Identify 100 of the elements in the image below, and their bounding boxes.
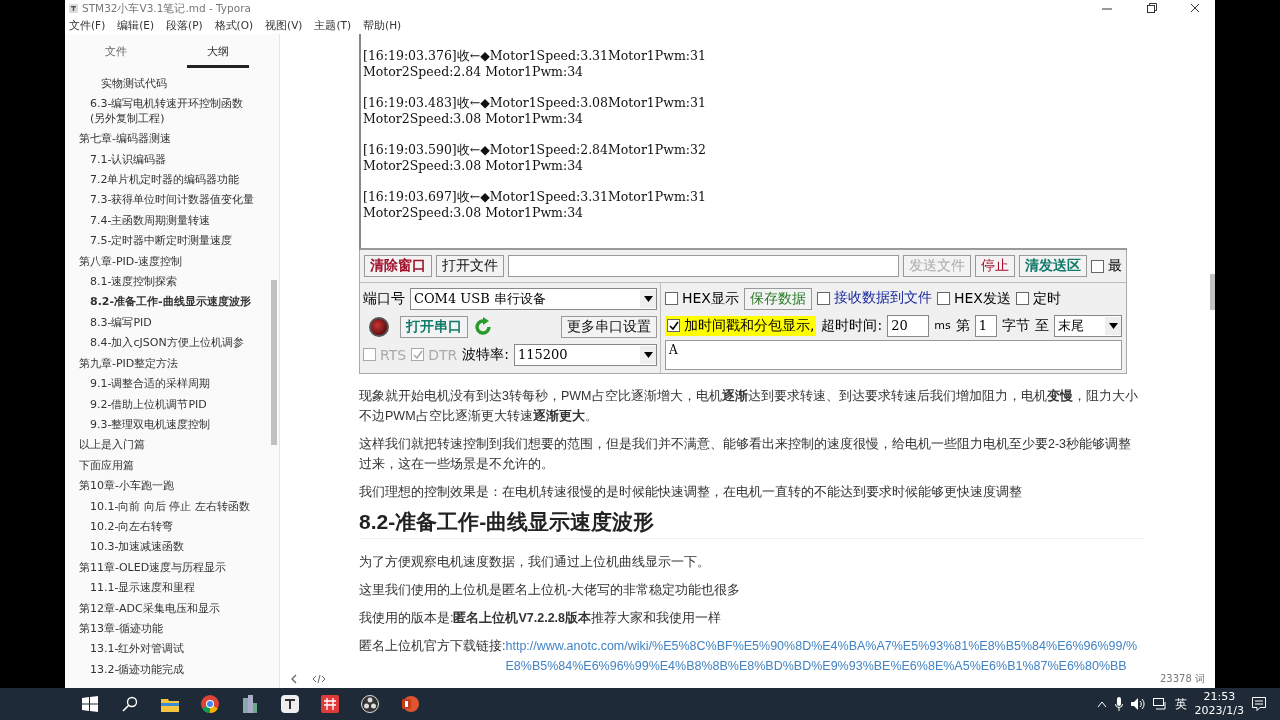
checkbox[interactable]: 加时间戳和分包显示, [667,316,815,335]
caret-icon [1108,322,1118,329]
outline-item[interactable]: 8.3-编写PID [65,312,263,334]
file-path-field[interactable] [508,255,899,277]
to-label: 至 [1034,316,1049,335]
outline-item[interactable]: 下面应用篇 [65,455,252,477]
menu-item[interactable]: 文件(F) [69,18,106,33]
outline-item[interactable]: 8.4-加入cJSON方便上位机调参 [65,333,263,354]
checkbox[interactable]: HEX显示 [665,289,739,308]
outline-item[interactable]: 7.4-主函数周期测量转速 [65,210,263,232]
caret-icon [643,351,653,358]
outline-item[interactable]: 10.2-向左右转弯 [65,516,263,538]
save-data-button[interactable]: 保存数据 [743,287,812,310]
more-settings-button[interactable]: 更多串口设置 [561,315,657,338]
open-file-button[interactable]: 打开文件 [436,255,504,277]
clear-window-button[interactable]: 清除窗口 [364,255,432,277]
outline-item[interactable]: 8.1-速度控制探索 [65,272,263,293]
outline-item[interactable]: 9.1-调整合适的采样周期 [65,374,263,395]
outline-item[interactable]: 7.3-获得单位时间计数器值变化量 [65,190,263,211]
send-text-field[interactable]: A [665,340,1122,370]
outline-item[interactable]: 7.1-认识编码器 [65,149,263,171]
check-icon [412,349,423,360]
scrollbar-thumb[interactable] [271,280,277,445]
input-method[interactable]: 英 [1174,696,1187,712]
sidebar-tab[interactable]: 大纲 [187,40,249,68]
timeout-field[interactable]: 20 [887,314,930,337]
checkbox[interactable]: 定时 [1015,289,1061,308]
outline-item[interactable]: 13.2-循迹功能完成 [65,659,263,681]
outline-item[interactable]: 10.1-向前 向后 停止 左右转函数 [65,496,263,517]
outline-item[interactable]: 13.1-红外对管调试 [65,639,263,660]
paragraph: 为了方便观察电机速度数据，我们通过上位机曲线显示一下。 [359,554,711,571]
log-line: Motor2Speed:2.84 Motor1Pwm:34 [363,64,585,80]
outline-item[interactable]: 9.3-整理双电机速度控制 [65,414,263,436]
outline-item[interactable]: 11.1-显示速度和里程 [65,578,263,599]
outline-item[interactable]: 第九章-PID整定方法 [65,353,252,375]
notification-icon[interactable] [1252,697,1266,711]
byte-index-field[interactable]: 1 [974,314,997,337]
outline-item[interactable]: 第11章-OLED速度与历程显示 [65,557,252,579]
outline-item[interactable]: 实物测试代码 [65,74,274,95]
baud-label: 波特率: [462,345,509,364]
section-heading: 8.2-准备工作-曲线显示速度波形 [359,512,1144,539]
network-icon[interactable] [1152,698,1167,710]
log-line: [16:19:03.697]收←◆Motor1Speed:3.31Motor1Pwm:31 [363,189,707,205]
chevron-up-icon[interactable] [1096,700,1107,708]
open-port-button[interactable]: 打开串口 [400,315,468,338]
menu-item[interactable]: 段落(P) [166,18,203,33]
menu-item[interactable]: 主题(T) [314,18,352,33]
port-label: 端口号 [363,289,405,308]
bytes-label: 字节 [1001,316,1030,335]
sidebar-tab[interactable]: 文件 [85,40,147,68]
outline-item[interactable]: 7.2单片机定时器的编码器功能 [65,170,263,191]
outline-item[interactable]: 第12章-ADC采集电压和显示 [65,598,252,619]
menu-item[interactable]: 视图(V) [265,18,303,33]
log-line: Motor2Speed:3.08 Motor1Pwm:34 [363,205,585,221]
caret-icon [643,295,653,302]
source-code-icon[interactable] [312,674,326,684]
clock-date[interactable]: 2023/1/3 [1194,704,1244,718]
microphone-icon[interactable] [1114,697,1123,711]
refresh-icon[interactable] [473,316,493,337]
outline-item[interactable]: 第10章-小车跑一跑 [65,476,252,497]
window-title: STM32小车V3.1笔记.md - Typora [82,1,251,16]
paragraph: 现象就开始电机没有到达3转每秒，PWM占空比逐渐增大，电机逐渐达到要求转速、到达要求转速后我们增加阻力，电机变慢，阻力大小不边PWM占空比逐渐更大转速逐渐更大。 [359,388,1139,425]
unit-label: ms [934,319,951,332]
checkbox[interactable]: 最 [1091,257,1122,275]
log-line: Motor2Speed:3.08 Motor1Pwm:34 [363,111,585,127]
paragraph: 这里我们使用的上位机是匿名上位机-大佬写的非常稳定功能也很多 [359,582,742,599]
outline-item[interactable]: 10.3-加速减速函数 [65,537,263,558]
app-icon [69,4,78,13]
outline-item[interactable]: 7.5-定时器中断定时测量速度 [65,231,263,252]
paragraph: 我使用的版本是:匿名上位机V7.2.2.8版本推荐大家和我使用一样 [359,610,723,627]
baud-dropdown[interactable]: 115200 [513,343,657,366]
outline-item[interactable]: 第七章-编码器测速 [65,129,252,150]
menu-item[interactable]: 格式(O) [214,18,254,33]
menu-item[interactable]: 帮助(H) [363,18,402,33]
download-link[interactable]: http://www.anotc.com/wiki/%E5%8C%BF%E5%90%8D%E4%BA%A7%E5%93%81%E8%B5%84%E6%96%99/%E8%B5%84%E6%96%99%E4%B8%8B%E8%BD%BD%E9%93%BE%E6%8E%A5%E6%B1%87%E6%80%BB [505,636,1144,676]
outline-item[interactable]: 6.3-编写电机转速开环控制函数(另外复制工程) [65,94,263,130]
speaker-icon[interactable] [1130,698,1145,710]
scrollbar-thumb[interactable] [1210,274,1215,310]
menu-item[interactable]: 编辑(E) [117,18,155,33]
checkbox[interactable]: HEX发送 [936,289,1011,308]
checkbox[interactable]: 接收数据到文件 [816,289,932,308]
outline-item[interactable]: 8.2-准备工作-曲线显示速度波形 [65,292,263,313]
log-line: [16:19:03.483]收←◆Motor1Speed:3.08Motor1Pwm:31 [363,95,707,111]
check-icon [668,320,679,331]
paragraph: 这样我们就把转速控制到我们想要的范围，但是我们并不满意、能够看出来控制的速度很慢，给电机一些阻力电机至少要2-3秒能够调整过来，这在一些场景是不允许的。 [359,436,1133,473]
stop-button[interactable]: 停止 [975,255,1015,277]
chevron-left-icon[interactable] [290,674,298,684]
log-line: Motor2Speed:3.08 Motor1Pwm:34 [363,158,585,174]
paragraph: 我们理想的控制效果是：在电机转速很慢的是时候能快速调整，在电机一直转的不能达到要求时候能够更快速度调整 [359,484,1023,501]
outline-item[interactable]: 第13章-循迹功能 [65,618,252,640]
clock-time[interactable]: 21:53 [1203,690,1236,704]
timeout-label: 超时时间: [821,316,883,335]
port-dropdown[interactable]: COM4 USB 串行设备 [410,287,657,310]
log-line: [16:19:03.376]收←◆Motor1Speed:3.31Motor1Pwm:31 [363,48,707,64]
outline-item[interactable]: 9.2-借助上位机调节PID [65,394,263,415]
outline-item[interactable]: 第八章-PID-速度控制 [65,251,252,273]
outline-item[interactable]: 以上是入门篇 [65,435,252,456]
end-dropdown[interactable]: 末尾 [1053,314,1122,337]
log-line: [16:19:03.590]收←◆Motor1Speed:2.84Motor1Pwm:32 [363,142,707,158]
clear-send-button[interactable]: 清发送区 [1019,255,1087,277]
